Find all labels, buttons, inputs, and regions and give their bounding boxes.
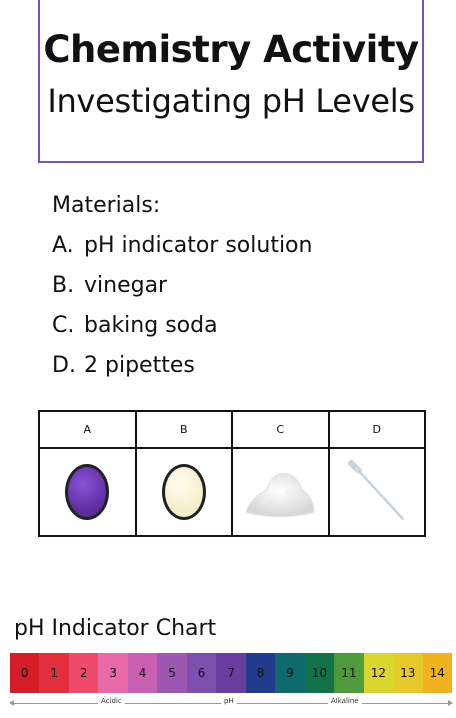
ph-scale-cell-6: 6 <box>186 653 217 693</box>
table-header-c: C <box>231 410 330 449</box>
ph-scale-cell-9: 9 <box>275 653 305 693</box>
table-row <box>38 447 426 537</box>
table-cell-b <box>134 447 233 537</box>
item-text: pH indicator solution <box>84 233 313 258</box>
materials-item: C. baking soda <box>52 306 312 346</box>
ph-scale-cell-13: 13 <box>393 653 423 693</box>
ph-scale: 0 1 2 3 4 5 6 7 8 9 10 11 12 13 14 <box>10 653 453 693</box>
title-box: Chemistry Activity Investigating pH Leve… <box>38 0 424 163</box>
item-text: baking soda <box>84 313 218 338</box>
ph-scale-cell-8: 8 <box>245 653 276 693</box>
materials-item: B. vinegar <box>52 266 312 306</box>
item-letter: D. <box>52 353 76 378</box>
axis-label-ph: pH <box>221 697 237 705</box>
table-header-b: B <box>134 410 233 449</box>
materials-item: A. pH indicator solution <box>52 226 312 266</box>
materials-list: Materials: A. pH indicator solution B. v… <box>52 186 312 386</box>
ph-scale-cell-11: 11 <box>334 653 364 693</box>
ph-scale-cell-12: 12 <box>363 653 394 693</box>
ph-scale-cell-2: 2 <box>68 653 99 693</box>
table-cell-a <box>38 447 137 537</box>
axis-label-alkaline: Alkaline <box>328 697 362 705</box>
table-cell-c <box>231 447 330 537</box>
ph-axis: Acidic pH Alkaline <box>9 697 453 711</box>
arrow-left-icon <box>9 700 14 706</box>
ph-scale-cell-1: 1 <box>39 653 69 693</box>
item-letter: A. <box>52 233 74 258</box>
table-header-a: A <box>38 410 137 449</box>
ph-scale-cell-5: 5 <box>157 653 187 693</box>
ph-chart-title: pH Indicator Chart <box>14 616 217 641</box>
pipette-image <box>347 460 405 521</box>
ph-scale-cell-3: 3 <box>98 653 128 693</box>
page-subtitle: Investigating pH Levels <box>47 82 415 120</box>
ph-scale-cell-14: 14 <box>422 653 453 693</box>
table-cell-d <box>327 447 426 537</box>
item-text: 2 pipettes <box>84 353 195 378</box>
ph-scale-cell-10: 10 <box>304 653 335 693</box>
ph-scale-cell-4: 4 <box>127 653 158 693</box>
materials-item: D. 2 pipettes <box>52 346 312 386</box>
baking-soda-image <box>245 473 315 517</box>
materials-heading: Materials: <box>52 193 161 218</box>
item-letter: C. <box>52 313 75 338</box>
page-title: Chemistry Activity <box>43 28 419 71</box>
ph-scale-cell-7: 7 <box>216 653 246 693</box>
materials-table: A B C D <box>38 410 426 537</box>
table-header-row: A B C D <box>38 410 426 449</box>
table-header-d: D <box>327 410 426 449</box>
arrow-right-icon <box>448 700 453 706</box>
item-text: vinegar <box>84 273 168 298</box>
ph-scale-cell-0: 0 <box>10 653 40 693</box>
vinegar-image <box>161 464 206 520</box>
axis-label-acidic: Acidic <box>98 697 125 705</box>
item-letter: B. <box>52 273 75 298</box>
purple-indicator-image <box>65 464 110 520</box>
